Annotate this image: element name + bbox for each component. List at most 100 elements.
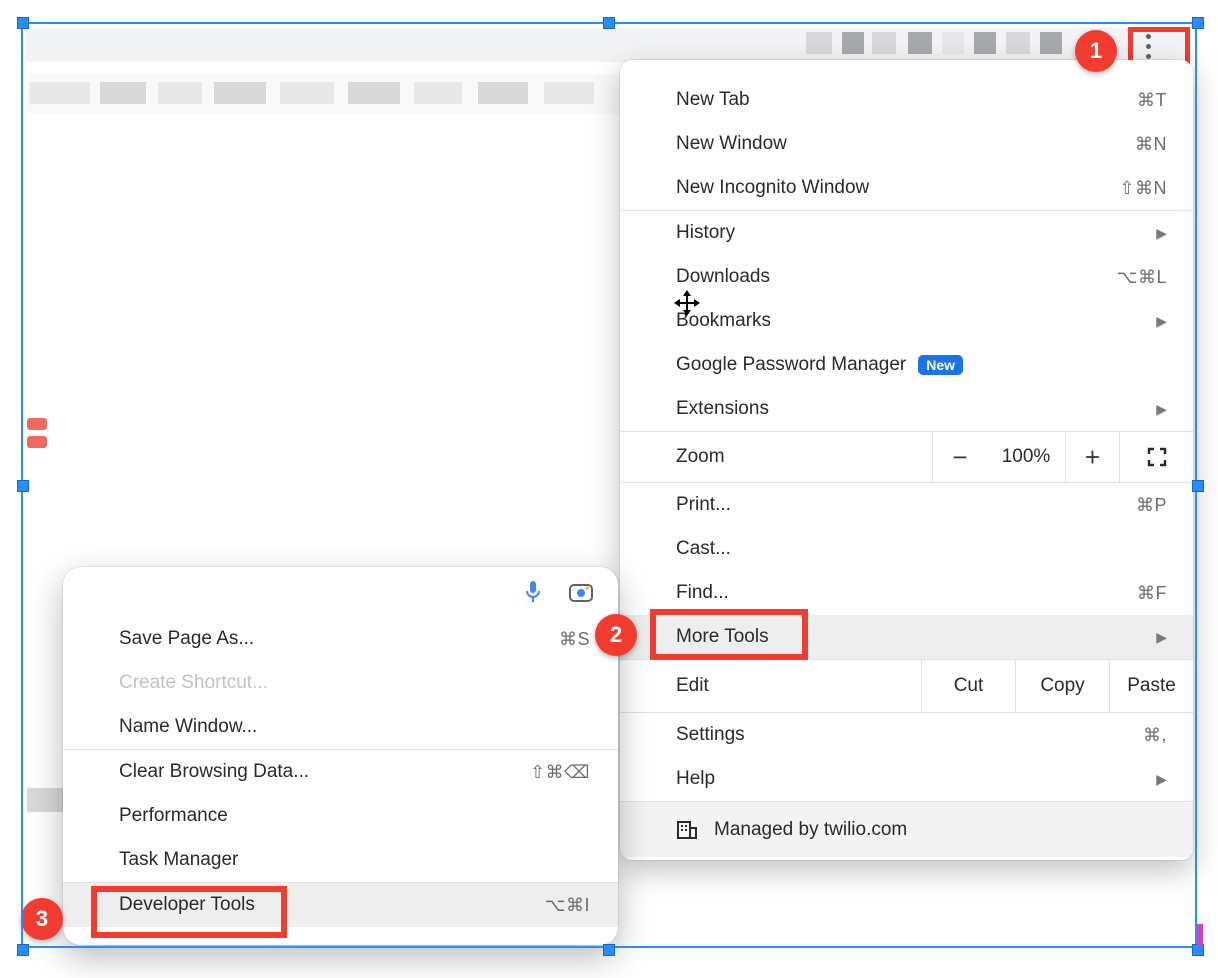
zoom-out-button[interactable]: − [933,432,987,482]
menu-item-downloads[interactable]: Downloads ⌥⌘L [620,255,1193,299]
menu-item-zoom: Zoom − 100% + [620,432,1193,482]
step-number: 2 [610,622,622,648]
menu-item-incognito[interactable]: New Incognito Window ⇧⌘N [620,166,1193,210]
menu-item-new-tab[interactable]: New Tab ⌘T [620,78,1193,122]
submenu-clear-browsing-data[interactable]: Clear Browsing Data... ⇧⌘⌫ [63,750,618,794]
menu-item-managed[interactable]: Managed by twilio.com [620,801,1193,857]
menu-item-help[interactable]: Help ▶ [620,757,1193,801]
kebab-dot [1146,34,1151,39]
shortcut: ⌘T [1137,90,1167,111]
shortcut: ⇧⌘⌫ [530,762,590,783]
redacted [27,436,47,448]
menu-item-edit: Edit Cut Copy Paste [620,660,1193,712]
step-number: 3 [36,906,48,932]
redacted [806,32,832,54]
submenu-task-manager[interactable]: Task Manager [63,838,618,882]
label: Settings [676,724,1143,746]
label: Help [676,768,1156,790]
selection-handle[interactable] [603,17,615,29]
submenu-create-shortcut: Create Shortcut... [63,661,618,705]
fullscreen-button[interactable] [1119,432,1193,482]
redacted [27,418,47,430]
chrome-main-menu[interactable]: New Tab ⌘T New Window ⌘N New Incognito W… [620,60,1193,860]
label: Create Shortcut... [119,672,590,694]
label: Bookmarks [676,310,1156,332]
shortcut: ⌥⌘I [545,895,590,916]
step-badge-3: 3 [21,898,63,940]
redacted [30,82,90,104]
redacted [1006,32,1030,54]
selection-handle[interactable] [1192,480,1204,492]
step-badge-2: 2 [595,614,637,656]
zoom-value: 100% [987,446,1065,468]
menu-item-settings[interactable]: Settings ⌘, [620,713,1193,757]
selection-handle[interactable] [17,944,29,956]
submenu-name-window[interactable]: Name Window... [63,705,618,749]
zoom-in-button[interactable]: + [1065,432,1119,482]
menu-item-new-window[interactable]: New Window ⌘N [620,122,1193,166]
redacted [974,32,996,54]
submenu-arrow-icon: ▶ [1156,313,1167,330]
fullscreen-icon [1147,447,1167,467]
redacted [1040,32,1062,54]
menu-item-cast[interactable]: Cast... [620,527,1193,571]
submenu-performance[interactable]: Performance [63,794,618,838]
label: Find... [676,582,1137,604]
menu-item-history[interactable]: History ▶ [620,211,1193,255]
enterprise-icon [676,819,698,841]
selection-handle[interactable] [17,17,29,29]
menu-item-bookmarks[interactable]: Bookmarks ▶ [620,299,1193,343]
minus-icon: − [952,442,967,473]
shortcut: ⌘P [1136,495,1167,516]
label: History [676,222,1156,244]
step-badge-1: 1 [1075,30,1117,72]
label: Google Password Manager [676,354,906,376]
selection-handle[interactable] [17,480,29,492]
label: Managed by twilio.com [714,819,907,841]
redacted [414,82,462,104]
edit-cut-button[interactable]: Cut [921,660,1015,712]
label: Performance [119,805,590,827]
label: New Tab [676,89,1137,111]
label: Copy [1040,675,1084,697]
submenu-header-icons [63,567,618,617]
edit-paste-button[interactable]: Paste [1109,660,1193,712]
redacted [908,32,932,54]
shortcut: ⌥⌘L [1117,267,1167,288]
menu-item-extensions[interactable]: Extensions ▶ [620,387,1193,431]
shortcut: ⇧⌘N [1119,178,1167,199]
label: Task Manager [119,849,590,871]
label: New Incognito Window [676,177,1119,199]
annotation-box-more-tools [650,609,808,660]
label: Save Page As... [119,628,559,650]
submenu-arrow-icon: ▶ [1156,629,1167,646]
new-badge: New [918,355,963,375]
label: Clear Browsing Data... [119,761,530,783]
label: Downloads [676,266,1117,288]
menu-item-print[interactable]: Print... ⌘P [620,483,1193,527]
kebab-dot [1146,44,1151,49]
label: Cut [954,675,984,697]
submenu-arrow-icon: ▶ [1156,401,1167,418]
edit-copy-button[interactable]: Copy [1015,660,1109,712]
plus-icon: + [1085,442,1100,473]
redacted [872,32,896,54]
kebab-dot [1146,54,1151,59]
label: Paste [1127,675,1176,697]
redacted [158,82,202,104]
label: New Window [676,133,1135,155]
shortcut: ⌘F [1137,583,1167,604]
decorative [1197,924,1203,946]
label: Extensions [676,398,1156,420]
mic-icon [524,579,542,605]
redacted [280,82,334,104]
submenu-save-page-as[interactable]: Save Page As... ⌘S [63,617,618,661]
redacted [348,82,400,104]
menu-item-password-manager[interactable]: Google Password Manager New [620,343,1193,387]
selection-handle[interactable] [1192,17,1204,29]
selection-handle[interactable] [603,944,615,956]
browser-content [26,116,620,640]
move-cursor-icon [674,290,700,322]
more-menu-button[interactable] [1146,34,1151,59]
annotation-box-devtools [91,886,287,938]
